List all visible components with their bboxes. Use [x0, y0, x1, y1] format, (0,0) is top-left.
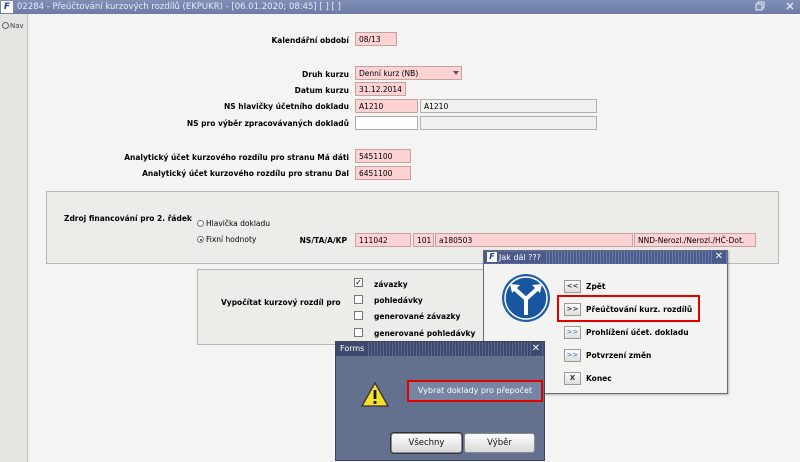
vyber-button[interactable]: Výběr — [464, 433, 535, 453]
prohlizeni-label: Prohlížení účet. dokladu — [586, 328, 689, 337]
ns-hlavicky-desc: A1210 — [420, 99, 597, 113]
highlight-box — [557, 295, 700, 322]
potvrzeni-button[interactable]: >> — [564, 349, 581, 362]
jak-dal-titlebar: F Jak dál ??? ✕ — [484, 251, 727, 264]
forms-message: Vybrat doklady pro přepočet — [407, 380, 543, 402]
zdroj-financovani-label: Zdroj financování pro 2. řádek — [64, 214, 192, 223]
generovane-pohledavky-checkbox[interactable] — [354, 328, 363, 337]
druh-kurzu-value: Denní kurz (NB) — [359, 69, 419, 78]
fork-arrows-icon — [501, 273, 551, 325]
ucet-ma-dati-label: Analytický účet kurzového rozdílu pro st… — [124, 153, 349, 162]
hlavicka-dokladu-radio[interactable] — [197, 220, 204, 227]
generovane-zavazky-label: generované závazky — [374, 312, 461, 321]
prohlizeni-button[interactable]: >> — [564, 326, 581, 339]
close-icon[interactable]: ✕ — [530, 342, 541, 355]
datum-kurzu-field[interactable]: 31.12.2014 — [355, 82, 406, 96]
nav-label: Nav — [10, 22, 24, 30]
druh-kurzu-label: Druh kurzu — [302, 70, 349, 79]
kp-field[interactable]: NND-Nerozl./Nerozl./HČ-Dot. — [634, 233, 756, 247]
kalendarni-obdobi-label: Kalendářní období — [271, 36, 349, 45]
ns-hlavicky-label: NS hlavičky účetního dokladu — [224, 102, 349, 111]
forms-dialog: Forms ✕ Vybrat doklady pro přepočet Všec… — [335, 341, 545, 461]
ucet-ma-dati-field[interactable]: 5451100 — [355, 149, 411, 163]
hlavicka-dokladu-label: Hlavička dokladu — [206, 219, 271, 228]
zpet-button[interactable]: << — [564, 280, 581, 293]
ta-field[interactable]: 101 — [413, 233, 434, 247]
ns-ta-a-kp-label: NS/TA/A/KP — [299, 236, 347, 245]
ucet-dal-field[interactable]: 6451100 — [355, 166, 411, 180]
close-icon[interactable] — [785, 1, 795, 14]
fixni-hodnoty-radio[interactable] — [197, 236, 204, 243]
jak-dal-title: F Jak dál ??? — [486, 252, 544, 263]
ucet-dal-label: Analytický účet kurzového rozdílu pro st… — [142, 169, 349, 178]
fixni-hodnoty-label: Fixní hodnoty — [206, 235, 257, 244]
forms-titlebar: Forms ✕ — [336, 342, 544, 356]
ns-vyber-label: NS pro výběr zpracovávaných dokladů — [186, 119, 349, 128]
vsechny-button[interactable]: Všechny — [391, 433, 462, 453]
pohledavky-label: pohledávky — [374, 296, 423, 305]
vypocitat-label: Vypočítat kurzový rozdíl pro — [221, 298, 341, 307]
app-logo-icon: F — [1, 1, 13, 13]
datum-kurzu-label: Datum kurzu — [294, 86, 349, 95]
zavazky-label: závazky — [374, 280, 408, 289]
ns-vyber-field[interactable] — [355, 116, 418, 130]
jak-dal-title-text: Jak dál ??? — [499, 253, 541, 262]
gear-icon — [2, 22, 9, 29]
ns-vyber-desc — [420, 116, 597, 130]
forms-title: Forms — [336, 342, 369, 356]
zpet-label: Zpět — [586, 282, 606, 291]
chevron-down-icon — [453, 71, 459, 75]
generovane-pohledavky-label: generované pohledávky — [374, 329, 476, 338]
generovane-zavazky-checkbox[interactable] — [354, 311, 363, 320]
window-title: 02284 - Přeúčtování kurzových rozdílů (E… — [17, 2, 341, 12]
a-field[interactable]: a180503 — [435, 233, 633, 247]
window-titlebar: F 02284 - Přeúčtování kurzových rozdílů … — [0, 0, 800, 14]
ns-field[interactable]: 111042 — [355, 233, 411, 247]
warning-icon — [360, 381, 390, 409]
left-panel: Nav — [0, 14, 28, 462]
druh-kurzu-select[interactable]: Denní kurz (NB) — [355, 66, 462, 80]
app-logo-icon: F — [487, 252, 497, 262]
nav-button[interactable]: Nav — [2, 22, 24, 30]
konec-label: Konec — [586, 374, 612, 383]
pohledavky-checkbox[interactable] — [354, 295, 363, 304]
ns-hlavicky-field[interactable]: A1210 — [355, 99, 418, 113]
konec-button[interactable]: X — [564, 372, 581, 385]
restore-icon[interactable] — [755, 1, 765, 14]
potvrzeni-label: Potvrzení změn — [586, 351, 652, 360]
kalendarni-obdobi-field[interactable]: 08/13 — [355, 32, 397, 46]
close-icon[interactable]: ✕ — [713, 251, 724, 263]
zavazky-checkbox[interactable]: ✓ — [354, 278, 363, 287]
